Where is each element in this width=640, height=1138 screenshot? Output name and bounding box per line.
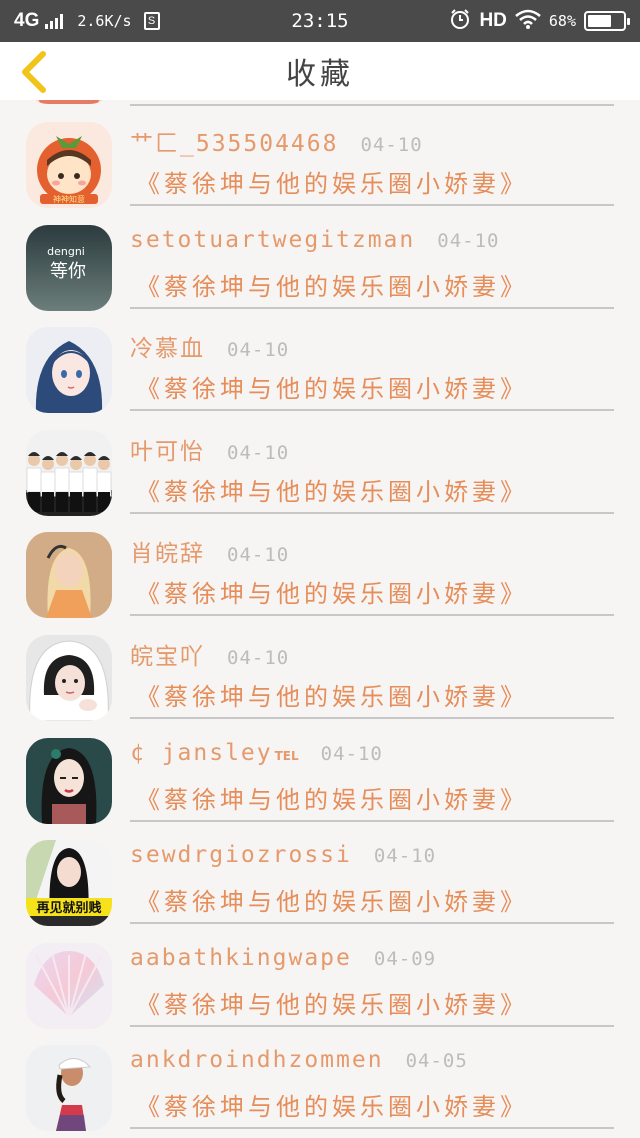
svg-text:dengni: dengni: [47, 245, 85, 258]
svg-text:等你: 等你: [50, 261, 86, 282]
item-meta: 艹匚_535504468 04-10: [130, 124, 614, 158]
back-button[interactable]: [14, 50, 54, 94]
item-meta: sewdrgiozrossi 04-10: [130, 842, 614, 876]
date: 04-10: [360, 134, 423, 156]
avatar[interactable]: [26, 327, 112, 414]
item-meta: aabathkingwape 04-09: [130, 945, 614, 979]
date: 04-10: [373, 845, 437, 868]
avatar[interactable]: 神神知意: [26, 122, 112, 208]
avatar[interactable]: [26, 532, 112, 619]
list-item[interactable]: 神神知意 艹匚_535504468 04-10 《蔡徐坤与他的娱乐圈小娇妻》: [0, 100, 640, 208]
item-meta: 冷慕血 04-10: [130, 329, 614, 363]
book-title[interactable]: 《蔡徐坤与他的娱乐圈小娇妻》: [136, 267, 528, 302]
book-title[interactable]: 《蔡徐坤与他的娱乐圈小娇妻》: [136, 369, 528, 404]
list-item[interactable]: ¢ jansley TEL 04-10 《蔡徐坤与他的娱乐圈小娇妻》: [0, 716, 640, 824]
username[interactable]: 叶可怡: [130, 432, 205, 466]
avatar[interactable]: [26, 1045, 112, 1132]
network-type: 4G: [14, 10, 40, 31]
item-meta: setotuartwegitzman 04-10: [130, 227, 614, 261]
item-meta: 叶可怡 04-10: [130, 432, 614, 466]
book-title[interactable]: 《蔡徐坤与他的娱乐圈小娇妻》: [136, 985, 528, 1020]
signal-icon: [45, 13, 64, 29]
list-item[interactable]: 冷慕血 04-10 《蔡徐坤与他的娱乐圈小娇妻》: [0, 305, 640, 414]
avatar[interactable]: 再见就别贱: [26, 840, 112, 927]
page-title: 收藏: [286, 57, 354, 92]
avatar[interactable]: [26, 942, 112, 1029]
avatar[interactable]: [26, 429, 112, 516]
avatar[interactable]: [26, 737, 112, 824]
hd-indicator: HD: [479, 10, 507, 31]
alarm-clock-icon: [449, 8, 471, 35]
username-superscript: TEL: [274, 748, 299, 763]
username[interactable]: 肖皖辞: [130, 534, 205, 568]
sim-icon: S: [143, 12, 160, 30]
book-title[interactable]: 《蔡徐坤与他的娱乐圈小娇妻》: [136, 882, 528, 917]
divider: [130, 1127, 614, 1130]
book-title[interactable]: 《蔡徐坤与他的娱乐圈小娇妻》: [136, 780, 528, 815]
item-meta: ankdroindhzommen 04-05: [130, 1047, 614, 1081]
favorites-list[interactable]: 神神知意 艹匚_535504468 04-10 《蔡徐坤与他的娱乐圈小娇妻》 dengn…: [0, 100, 640, 1138]
date: 04-10: [227, 339, 290, 362]
battery-icon: [584, 11, 630, 31]
username[interactable]: ¢ jansley: [130, 740, 273, 766]
battery-percent: 68%: [548, 12, 576, 30]
status-bar: 4G 2.6K/s S 23:15 HD 68%: [0, 0, 640, 42]
list-item[interactable]: 皖宝吖 04-10 《蔡徐坤与他的娱乐圈小娇妻》: [0, 613, 640, 721]
item-meta: ¢ jansley TEL 04-10: [130, 740, 614, 774]
date: 04-10: [227, 544, 290, 567]
battery-level: [588, 15, 612, 27]
list-item[interactable]: 再见就别贱 sewdrgiozrossi 04-10 《蔡徐坤与他的娱乐圈小娇妻》: [0, 818, 640, 927]
svg-text:再见就别贱: 再见就别贱: [36, 900, 101, 916]
username[interactable]: ankdroindhzommen: [130, 1047, 384, 1073]
username[interactable]: sewdrgiozrossi: [130, 842, 352, 868]
book-title[interactable]: 《蔡徐坤与他的娱乐圈小娇妻》: [136, 164, 528, 199]
wifi-icon: [515, 9, 541, 34]
item-meta: 肖皖辞 04-10: [130, 534, 614, 568]
username[interactable]: 冷慕血: [130, 329, 205, 363]
username[interactable]: aabathkingwape: [130, 945, 352, 971]
date: 04-10: [227, 441, 290, 464]
avatar[interactable]: dengni 等你: [26, 224, 112, 311]
date: 04-10: [320, 742, 383, 765]
chevron-left-icon: [22, 51, 46, 93]
book-title[interactable]: 《蔡徐坤与他的娱乐圈小娇妻》: [136, 574, 528, 609]
avatar[interactable]: [26, 634, 112, 721]
list-item[interactable]: dengni 等你 setotuartwegitzman 04-10 《蔡徐坤与他的娱乐…: [0, 203, 640, 311]
list-item[interactable]: aabathkingwape 04-09 《蔡徐坤与他的娱乐圈小娇妻》: [0, 921, 640, 1029]
nav-bar: 收藏: [0, 42, 640, 100]
username[interactable]: 皖宝吖: [130, 637, 205, 671]
network-speed: 2.6K/s: [77, 12, 132, 30]
list-item[interactable]: 肖皖辞 04-10 《蔡徐坤与他的娱乐圈小娇妻》: [0, 510, 640, 619]
date: 04-09: [373, 947, 437, 970]
date: 04-10: [437, 229, 500, 252]
book-title[interactable]: 《蔡徐坤与他的娱乐圈小娇妻》: [136, 1087, 528, 1122]
username[interactable]: setotuartwegitzman: [130, 227, 415, 253]
date: 04-05: [405, 1050, 468, 1073]
book-title[interactable]: 《蔡徐坤与他的娱乐圈小娇妻》: [136, 677, 528, 712]
username[interactable]: 艹匚_535504468: [130, 124, 338, 158]
list-item[interactable]: ankdroindhzommen 04-05 《蔡徐坤与他的娱乐圈小娇妻》: [0, 1023, 640, 1132]
book-title[interactable]: 《蔡徐坤与他的娱乐圈小娇妻》: [136, 472, 528, 507]
list-item[interactable]: 叶可怡 04-10 《蔡徐坤与他的娱乐圈小娇妻》: [0, 408, 640, 516]
item-meta: 皖宝吖 04-10: [130, 637, 614, 671]
date: 04-10: [227, 646, 290, 669]
